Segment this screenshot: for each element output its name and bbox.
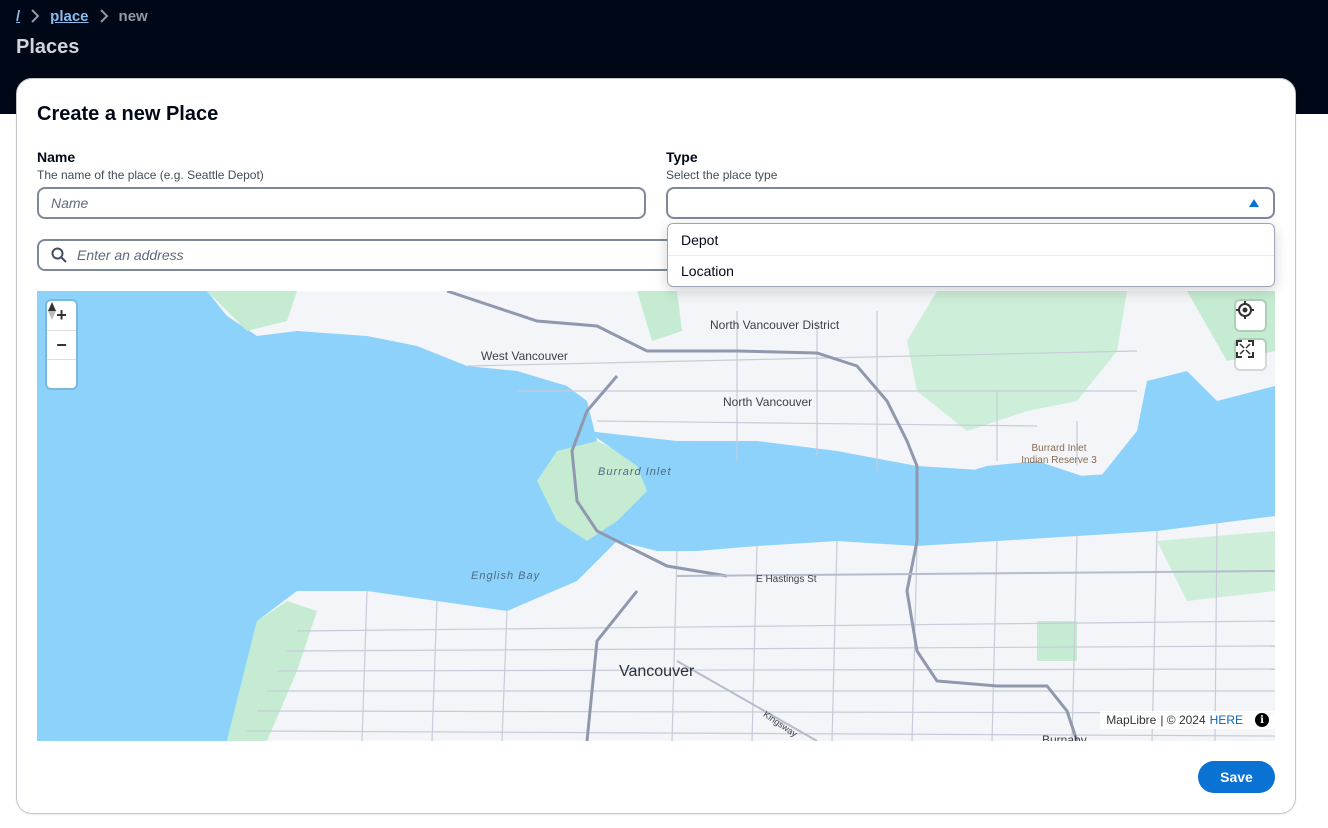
name-placeholder: Name [51,195,89,211]
name-label: Name [37,149,76,165]
type-option-depot[interactable]: Depot [668,224,1274,255]
south-land [227,516,1275,741]
name-description: The name of the place (e.g. Seattle Depo… [37,168,264,182]
breadcrumb-current: new [118,7,148,25]
type-description: Select the place type [666,168,778,182]
fullscreen-control [1236,340,1265,369]
attribution-maplibre[interactable]: MapLibre [1106,713,1156,727]
info-icon[interactable]: i [1255,713,1269,727]
compass-button[interactable] [47,302,76,388]
compass-icon [48,302,56,320]
map-view[interactable]: North Vancouver District West Vancouver … [37,291,1275,741]
create-place-card: Create a new Place Name The name of the … [16,78,1296,814]
label-burrard-inlet: Burrard Inlet [598,466,672,478]
attribution-here-link[interactable]: HERE [1210,713,1243,727]
chevron-right-icon [99,9,108,23]
geolocate-button[interactable] [1236,301,1265,330]
type-dropdown-menu: Depot Location [667,223,1275,287]
type-select[interactable] [666,187,1275,219]
name-input[interactable]: Name [37,187,646,219]
map-attribution: MapLibre | © 2024 HERE i [1100,711,1275,729]
address-placeholder: Enter an address [77,247,184,263]
type-option-location[interactable]: Location [668,255,1274,286]
breadcrumb: / place new [16,6,148,26]
type-label: Type [666,149,698,165]
caret-up-icon [1249,199,1259,207]
geolocate-control [1236,301,1265,330]
breadcrumb-root-link[interactable]: / [16,8,20,25]
chevron-right-icon [31,9,40,23]
breadcrumb-place-link[interactable]: place [50,8,88,25]
save-button[interactable]: Save [1198,761,1275,793]
label-burnaby: Burnaby [1042,733,1087,741]
fullscreen-button[interactable] [1236,340,1265,369]
fullscreen-icon [1236,340,1254,358]
locate-icon [1236,301,1254,319]
label-north-vancouver: North Vancouver [723,395,813,409]
attribution-copyright: | © 2024 [1160,713,1206,727]
label-hastings: E Hastings St [756,574,817,585]
zoom-out-button[interactable]: − [47,330,76,359]
label-west-vancouver: West Vancouver [481,349,568,363]
form-title: Create a new Place [37,103,219,125]
label-burrard-reserve: Burrard Inlet Indian Reserve 3 [1021,443,1097,466]
label-english-bay: English Bay [471,570,541,582]
label-vancouver: Vancouver [619,663,695,680]
search-icon [51,247,67,263]
label-north-vancouver-district: North Vancouver District [710,318,840,332]
zoom-controls: + − [47,301,76,388]
page-title: Places [16,36,80,58]
park [1037,621,1077,661]
